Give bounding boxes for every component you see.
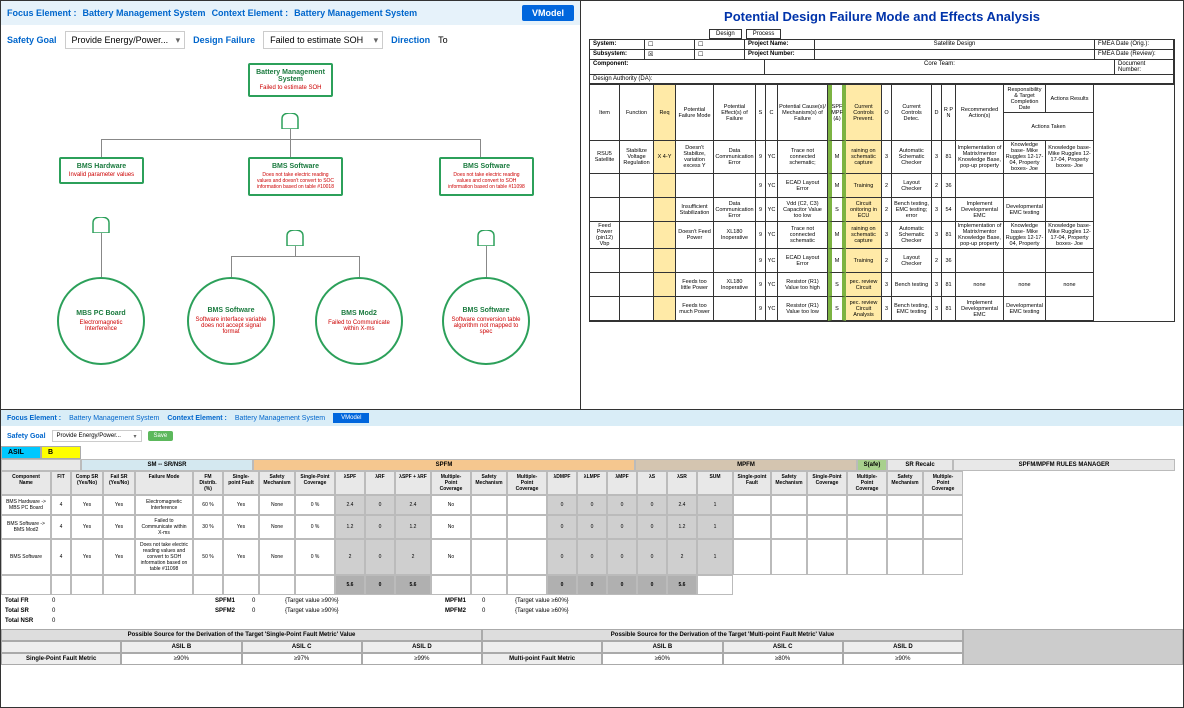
tree-bms-hardware-node[interactable]: BMS Hardware Invalid parameter values [59,157,144,184]
table-row[interactable]: RSU5 SatelliteStabilize Voltage Regulati… [590,141,1174,174]
direction-label: Direction [391,35,430,45]
fault-tree-header: Focus Element : Battery Management Syste… [1,1,580,25]
design-failure-label: Design Failure [193,35,255,45]
safety-goal-dropdown[interactable]: Provide Energy/Power... [65,31,186,49]
safety-goal-dropdown-bottom[interactable]: Provide Energy/Power... [52,430,142,442]
table-row[interactable]: 9YCECAD Layout ErrorMTraining2Layout Che… [590,174,1174,198]
fmea-header-block: System: ☐ ☐ Project Name: Satellite Desi… [589,39,1175,85]
focus-element-label: Focus Element : [7,8,77,18]
fault-tree-filters: Safety Goal Provide Energy/Power... Desi… [1,25,580,55]
table-row[interactable]: BMS Software4YesYesDoes not take electri… [1,539,1183,575]
design-failure-dropdown[interactable]: Failed to estimate SOH [263,31,383,49]
asil-label: ASIL [1,446,41,459]
tree-bms-software2-node[interactable]: BMS Software Does not take electric read… [439,157,534,196]
table-row[interactable]: Feeds too much Power9YCResistor (R1) Val… [590,297,1174,321]
fmea-title: Potential Design Failure Mode and Effect… [589,9,1175,24]
direction-value: To [438,35,448,45]
process-button[interactable]: Process [746,29,782,39]
tree-mbs-pc-board-circle[interactable]: MBS PC Board Electromagnetic Interferenc… [57,277,145,365]
and-gate-icon [91,217,111,233]
fault-tree-panel: Focus Element : Battery Management Syste… [1,1,581,409]
tree-bms-software-circle1[interactable]: BMS Software Software interface variable… [187,277,275,365]
table-row[interactable]: BMS Software -> BMS Mod24YesYesFailed to… [1,515,1183,539]
tree-bms-software-circle2[interactable]: BMS Software Software conversion table a… [442,277,530,365]
focus-element-value: Battery Management System [83,8,206,18]
save-button[interactable]: Save [148,431,174,441]
asil-value: B [41,446,81,459]
design-button[interactable]: Design [709,29,742,39]
safety-goal-label: Safety Goal [7,35,57,45]
fault-tree-diagram: Battery Management System Failed to esti… [1,55,580,395]
context-element-value: Battery Management System [294,8,417,18]
table-row[interactable]: 9YCECAD Layout ErrorMTraining2Layout Che… [590,249,1174,273]
vmodel-button[interactable]: VModel [522,5,574,21]
tree-bms-software1-node[interactable]: BMS Software Does not take electric read… [248,157,343,196]
table-row[interactable]: BMS Hardware -> MBS PC Board4YesYesElect… [1,495,1183,515]
fmea-table: Item Function Req Potential Failure Mode… [589,85,1175,322]
table-row[interactable]: Insufficient StabilizationData Communica… [590,198,1174,222]
analysis-table: SM -- SR/NSR SPFM MPFM S(afe) SR Recalc … [1,459,1183,595]
analysis-header: Focus Element : Battery Management Syste… [1,410,1183,426]
table-row[interactable]: Feeds too little PowerXL180 Inoperative9… [590,273,1174,297]
tree-root-node[interactable]: Battery Management System Failed to esti… [248,63,333,97]
and-gate-icon [476,230,496,246]
and-gate-icon [285,230,305,246]
and-gate-icon [280,113,300,129]
analysis-panel: Focus Element : Battery Management Syste… [0,410,1184,708]
tree-bms-mod2-circle[interactable]: BMS Mod2 Failed to Communicate within X-… [315,277,403,365]
table-row[interactable]: Feed Power (pin12) VbpDoesn't Feed Power… [590,222,1174,249]
vmodel-button-bottom[interactable]: VModel [333,413,369,423]
context-element-label: Context Element : [212,8,289,18]
fmea-panel: Potential Design Failure Mode and Effect… [581,1,1183,409]
